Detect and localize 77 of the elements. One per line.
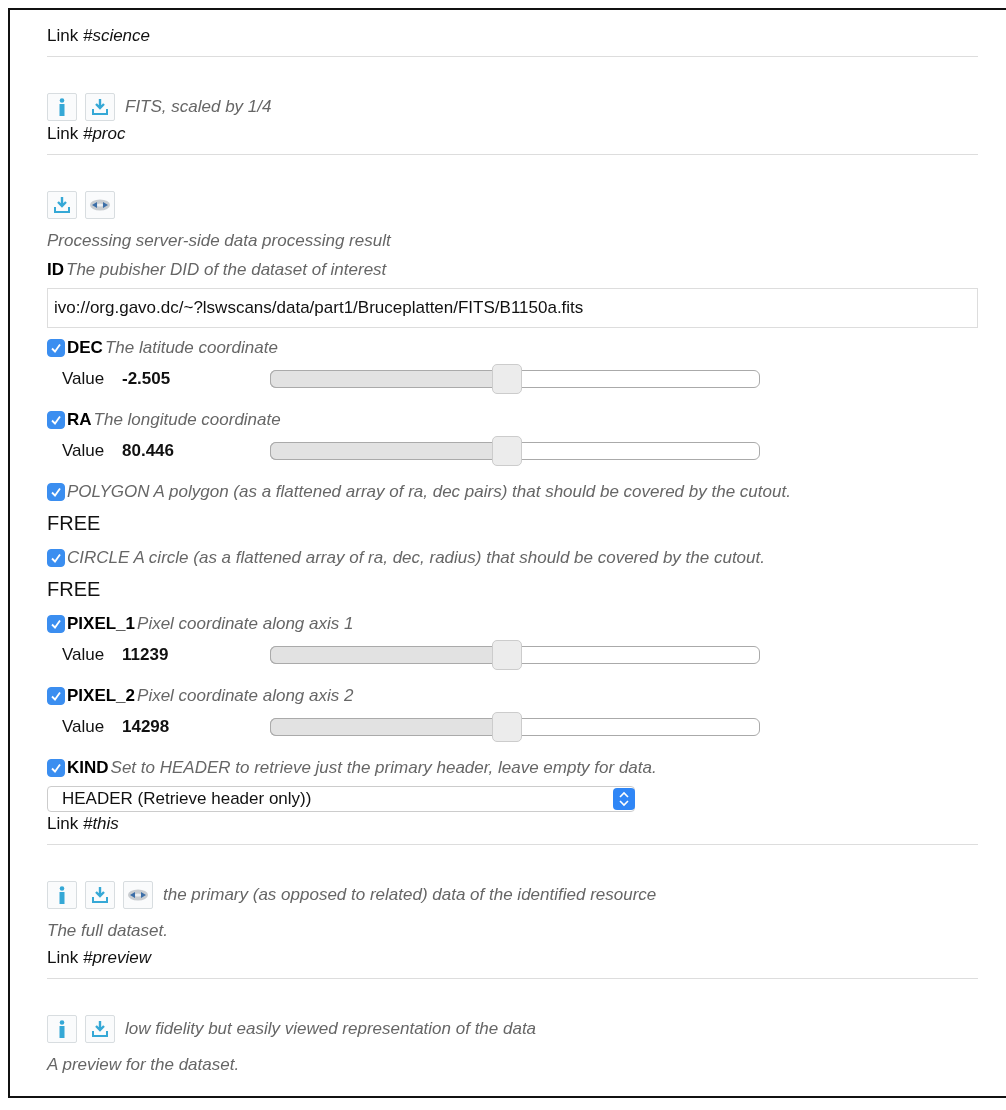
info-button[interactable]	[47, 881, 77, 909]
parameter-name: PIXEL_2	[67, 686, 136, 706]
link-heading: Link #proc	[47, 124, 126, 143]
checkmark-icon	[50, 762, 62, 774]
disc-icon	[127, 888, 149, 902]
link-description: the primary (as opposed to related) data of the identified resource	[163, 885, 657, 905]
download-icon	[91, 98, 109, 116]
checkmark-icon	[50, 342, 62, 354]
parameter-description: Pixel coordinate along axis 1	[137, 614, 354, 634]
free-label: FREE	[47, 511, 102, 536]
value-reading: 11239	[122, 645, 170, 665]
input-field[interactable]: ivo://org.gavo.dc/~?lswscans/data/part1/Bruceplatten/FITS/B1150a.fits	[47, 288, 978, 328]
parameter-description: The longitude coordinate	[93, 410, 281, 430]
parameter-name: KIND	[67, 758, 109, 778]
checkbox[interactable]	[47, 687, 65, 705]
parameter-description: Set to HEADER to retrieve just the primary header, leave empty for data.	[110, 758, 657, 778]
info-button[interactable]	[47, 93, 77, 121]
value-reading: 14298	[122, 717, 171, 737]
link-description: low fidelity but easily viewed representation of the data	[125, 1019, 537, 1039]
disc-button[interactable]	[85, 191, 115, 219]
value-label: Value	[62, 369, 106, 389]
parameter-name: RA	[67, 410, 92, 430]
parameter-name: ID	[47, 260, 64, 280]
link-heading: Link #science	[47, 26, 151, 45]
value-label: Value	[62, 717, 106, 737]
checkbox[interactable]	[47, 339, 65, 357]
value-label: Value	[62, 441, 106, 461]
info-icon	[57, 98, 67, 116]
parameter-description: The pubisher DID of the dataset of interest	[66, 260, 387, 280]
checkbox[interactable]	[47, 615, 65, 633]
slider-track[interactable]	[270, 436, 760, 466]
link-note: A preview for the dataset.	[47, 1055, 240, 1074]
checkbox[interactable]	[47, 411, 65, 429]
disc-button[interactable]	[123, 881, 153, 909]
link-heading: Link #preview	[47, 948, 151, 967]
link-note: The full dataset.	[47, 921, 168, 940]
download-button[interactable]	[85, 1015, 115, 1043]
parameter-description: CIRCLE A circle (as a flattened array of ra, dec, radius) that should be covered by the cutout.	[67, 548, 765, 568]
download-button[interactable]	[85, 881, 115, 909]
parameter-description: Pixel coordinate along axis 2	[137, 686, 354, 706]
download-icon	[91, 1020, 109, 1038]
free-label: FREE	[47, 577, 102, 602]
info-icon	[57, 1020, 67, 1038]
disc-icon	[89, 198, 111, 212]
checkmark-icon	[50, 486, 62, 498]
select-dropdown[interactable]: HEADER (Retrieve header only))	[47, 786, 635, 812]
stepper-icon	[613, 788, 635, 810]
checkmark-icon	[50, 618, 62, 630]
checkbox[interactable]	[47, 483, 65, 501]
checkbox[interactable]	[47, 549, 65, 567]
link-heading: Link #this	[47, 814, 119, 833]
slider-thumb[interactable]	[492, 712, 522, 742]
checkmark-icon	[50, 414, 62, 426]
parameter-name: DEC	[67, 338, 103, 358]
info-icon	[57, 886, 67, 904]
slider-thumb[interactable]	[492, 640, 522, 670]
value-reading: -2.505	[122, 369, 172, 389]
download-icon	[53, 196, 71, 214]
checkmark-icon	[50, 552, 62, 564]
link-note: Processing server-side data processing result	[47, 231, 391, 250]
download-button[interactable]	[47, 191, 77, 219]
slider-track[interactable]	[270, 712, 760, 742]
link-description: FITS, scaled by 1/4	[125, 97, 272, 117]
info-button[interactable]	[47, 1015, 77, 1043]
parameter-description: POLYGON A polygon (as a flattened array of ra, dec pairs) that should be covered by the cutout.	[67, 482, 791, 502]
slider-thumb[interactable]	[492, 364, 522, 394]
slider-track[interactable]	[270, 640, 760, 670]
slider-thumb[interactable]	[492, 436, 522, 466]
checkbox[interactable]	[47, 759, 65, 777]
value-label: Value	[62, 645, 106, 665]
slider-track[interactable]	[270, 364, 760, 394]
parameter-description: The latitude coordinate	[104, 338, 278, 358]
value-reading: 80.446	[122, 441, 175, 461]
checkmark-icon	[50, 690, 62, 702]
download-button[interactable]	[85, 93, 115, 121]
download-icon	[91, 886, 109, 904]
parameter-name: PIXEL_1	[67, 614, 136, 634]
